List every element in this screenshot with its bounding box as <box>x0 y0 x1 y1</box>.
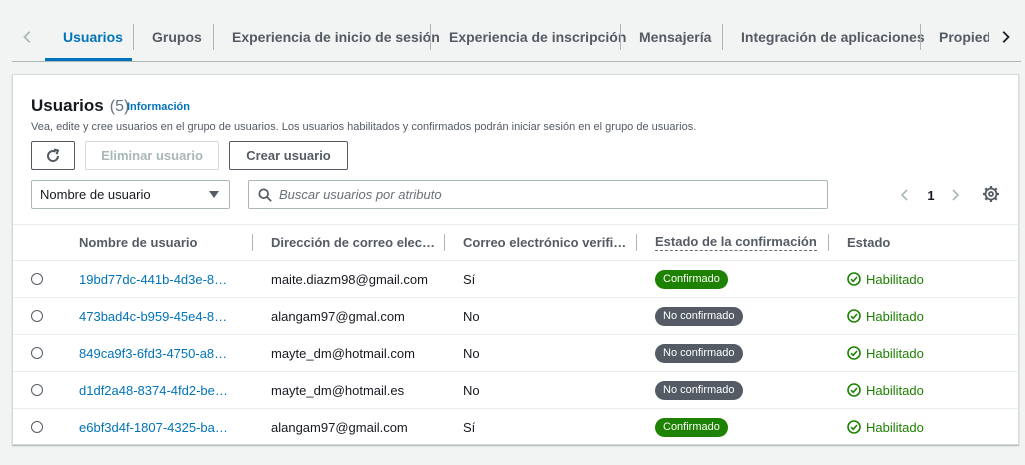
panel-title-text: Usuarios <box>31 96 104 115</box>
row-select-radio[interactable] <box>31 273 43 285</box>
row-select-radio[interactable] <box>31 421 43 433</box>
delete-user-button[interactable]: Eliminar usuario <box>85 141 219 170</box>
status-badge: No confirmado <box>655 380 743 400</box>
email-verified-cell: No <box>463 308 480 324</box>
check-circle-icon <box>847 309 861 323</box>
tab-divider <box>920 24 921 50</box>
table-row: 849ca9f3-6fd3-4750-a8… mayte_dm@hotmail.… <box>13 335 1018 372</box>
email-cell: mayte_dm@hotmail.es <box>271 382 405 398</box>
tab-app-integration[interactable]: Integración de aplicaciones <box>741 22 925 52</box>
search-field[interactable] <box>248 180 828 209</box>
column-header-email[interactable]: Dirección de correo elec… <box>271 225 435 260</box>
tab-messaging[interactable]: Mensajería <box>639 22 711 52</box>
search-icon <box>258 188 272 202</box>
column-resizer[interactable] <box>828 234 829 251</box>
chevron-left-icon <box>900 189 908 201</box>
tab-divider <box>133 24 134 50</box>
refresh-icon <box>47 148 60 162</box>
email-cell: alangam97@gmal.com <box>271 308 405 324</box>
status-cell: Habilitado <box>847 409 924 445</box>
create-user-button[interactable]: Crear usuario <box>229 141 348 170</box>
column-header-confirmation-label: Estado de la confirmación <box>655 234 817 251</box>
status-cell: Habilitado <box>847 372 924 408</box>
username-link[interactable]: e6bf3d4f-1807-4325-ba… <box>79 409 249 445</box>
status-badge: No confirmado <box>655 343 743 363</box>
tab-app-properties-label: Propiedades de la aplicación <box>939 29 989 45</box>
username-link[interactable]: 849ca9f3-6fd3-4750-a8… <box>79 335 249 371</box>
email-verified-cell: Sí <box>463 271 476 287</box>
username-link[interactable]: 19bd77dc-441b-4d3e-8… <box>79 261 249 297</box>
prev-page-button[interactable] <box>897 183 913 207</box>
status-label: Habilitado <box>866 382 924 398</box>
status-label: Habilitado <box>866 308 924 324</box>
column-resizer[interactable] <box>252 234 253 251</box>
email-verified-cell: No <box>463 382 480 398</box>
username-link[interactable]: 473bad4c-b959-45e4-8… <box>79 298 249 334</box>
status-badge: Confirmado <box>655 417 728 437</box>
refresh-button[interactable] <box>31 141 75 170</box>
status-cell: Habilitado <box>847 298 924 334</box>
email-cell: maite.diazm98@gmail.com <box>271 271 428 287</box>
check-circle-icon <box>847 383 861 397</box>
check-circle-icon <box>847 272 861 286</box>
column-header-email-verified[interactable]: Correo electrónico verifi… <box>463 225 626 260</box>
caret-down-icon <box>209 191 219 198</box>
status-badge: Confirmado <box>655 269 728 289</box>
table-row: 19bd77dc-441b-4d3e-8… maite.diazm98@gmai… <box>13 261 1018 298</box>
email-verified-cell: Sí <box>463 419 476 435</box>
gear-icon[interactable] <box>982 185 1000 203</box>
row-select-radio[interactable] <box>31 310 43 322</box>
panel-description: Vea, edite y cree usuarios en el grupo d… <box>31 121 697 133</box>
tab-sign-in-experience[interactable]: Experiencia de inicio de sesión <box>232 22 440 52</box>
email-cell: alangam97@gmail.com <box>271 419 408 435</box>
info-link[interactable]: Información <box>127 101 190 113</box>
table-row: e6bf3d4f-1807-4325-ba… alangam97@gmail.c… <box>13 409 1018 446</box>
chevron-left-icon[interactable] <box>17 24 39 50</box>
tab-bar: Usuarios Grupos Experiencia de inicio de… <box>0 0 1025 62</box>
tab-divider <box>213 24 214 50</box>
next-page-button[interactable] <box>947 183 963 207</box>
attribute-select-value: Nombre de usuario <box>40 187 151 202</box>
status-cell: Habilitado <box>847 261 924 297</box>
search-input[interactable] <box>279 187 827 202</box>
page-title: Usuarios (5) <box>31 96 129 116</box>
tab-grupos[interactable]: Grupos <box>152 22 202 52</box>
column-header-status[interactable]: Estado <box>847 225 890 260</box>
status-badge: No confirmado <box>655 306 743 326</box>
status-label: Habilitado <box>866 345 924 361</box>
tab-divider <box>430 24 431 50</box>
tab-divider <box>722 24 723 50</box>
column-resizer[interactable] <box>636 234 637 251</box>
chevron-right-icon[interactable] <box>994 24 1016 50</box>
tab-app-properties[interactable]: Propiedades de la aplicación <box>939 22 989 52</box>
chevron-right-icon <box>952 189 960 201</box>
username-link[interactable]: d1df2a48-8374-4fd2-be… <box>79 372 249 408</box>
users-panel: Usuarios (5) Información Vea, edite y cr… <box>12 74 1019 445</box>
tab-usuarios[interactable]: Usuarios <box>63 22 123 52</box>
email-cell: mayte_dm@hotmail.com <box>271 345 415 361</box>
tab-divider <box>620 24 621 50</box>
check-circle-icon <box>847 346 861 360</box>
page-number[interactable]: 1 <box>923 183 939 207</box>
table-row: 473bad4c-b959-45e4-8… alangam97@gmal.com… <box>13 298 1018 335</box>
tab-baseline <box>12 61 1021 62</box>
column-header-confirmation-status[interactable]: Estado de la confirmación <box>655 225 817 260</box>
status-label: Habilitado <box>866 419 924 435</box>
table-header: Nombre de usuario Dirección de correo el… <box>13 224 1018 261</box>
table-row: d1df2a48-8374-4fd2-be… mayte_dm@hotmail.… <box>13 372 1018 409</box>
attribute-select[interactable]: Nombre de usuario <box>31 180 230 209</box>
check-circle-icon <box>847 420 861 434</box>
tab-sign-up-experience[interactable]: Experiencia de inscripción <box>449 22 626 52</box>
row-select-radio[interactable] <box>31 347 43 359</box>
status-label: Habilitado <box>866 271 924 287</box>
row-select-radio[interactable] <box>31 384 43 396</box>
column-header-username[interactable]: Nombre de usuario <box>79 225 197 260</box>
status-cell: Habilitado <box>847 335 924 371</box>
email-verified-cell: No <box>463 345 480 361</box>
column-resizer[interactable] <box>444 234 445 251</box>
